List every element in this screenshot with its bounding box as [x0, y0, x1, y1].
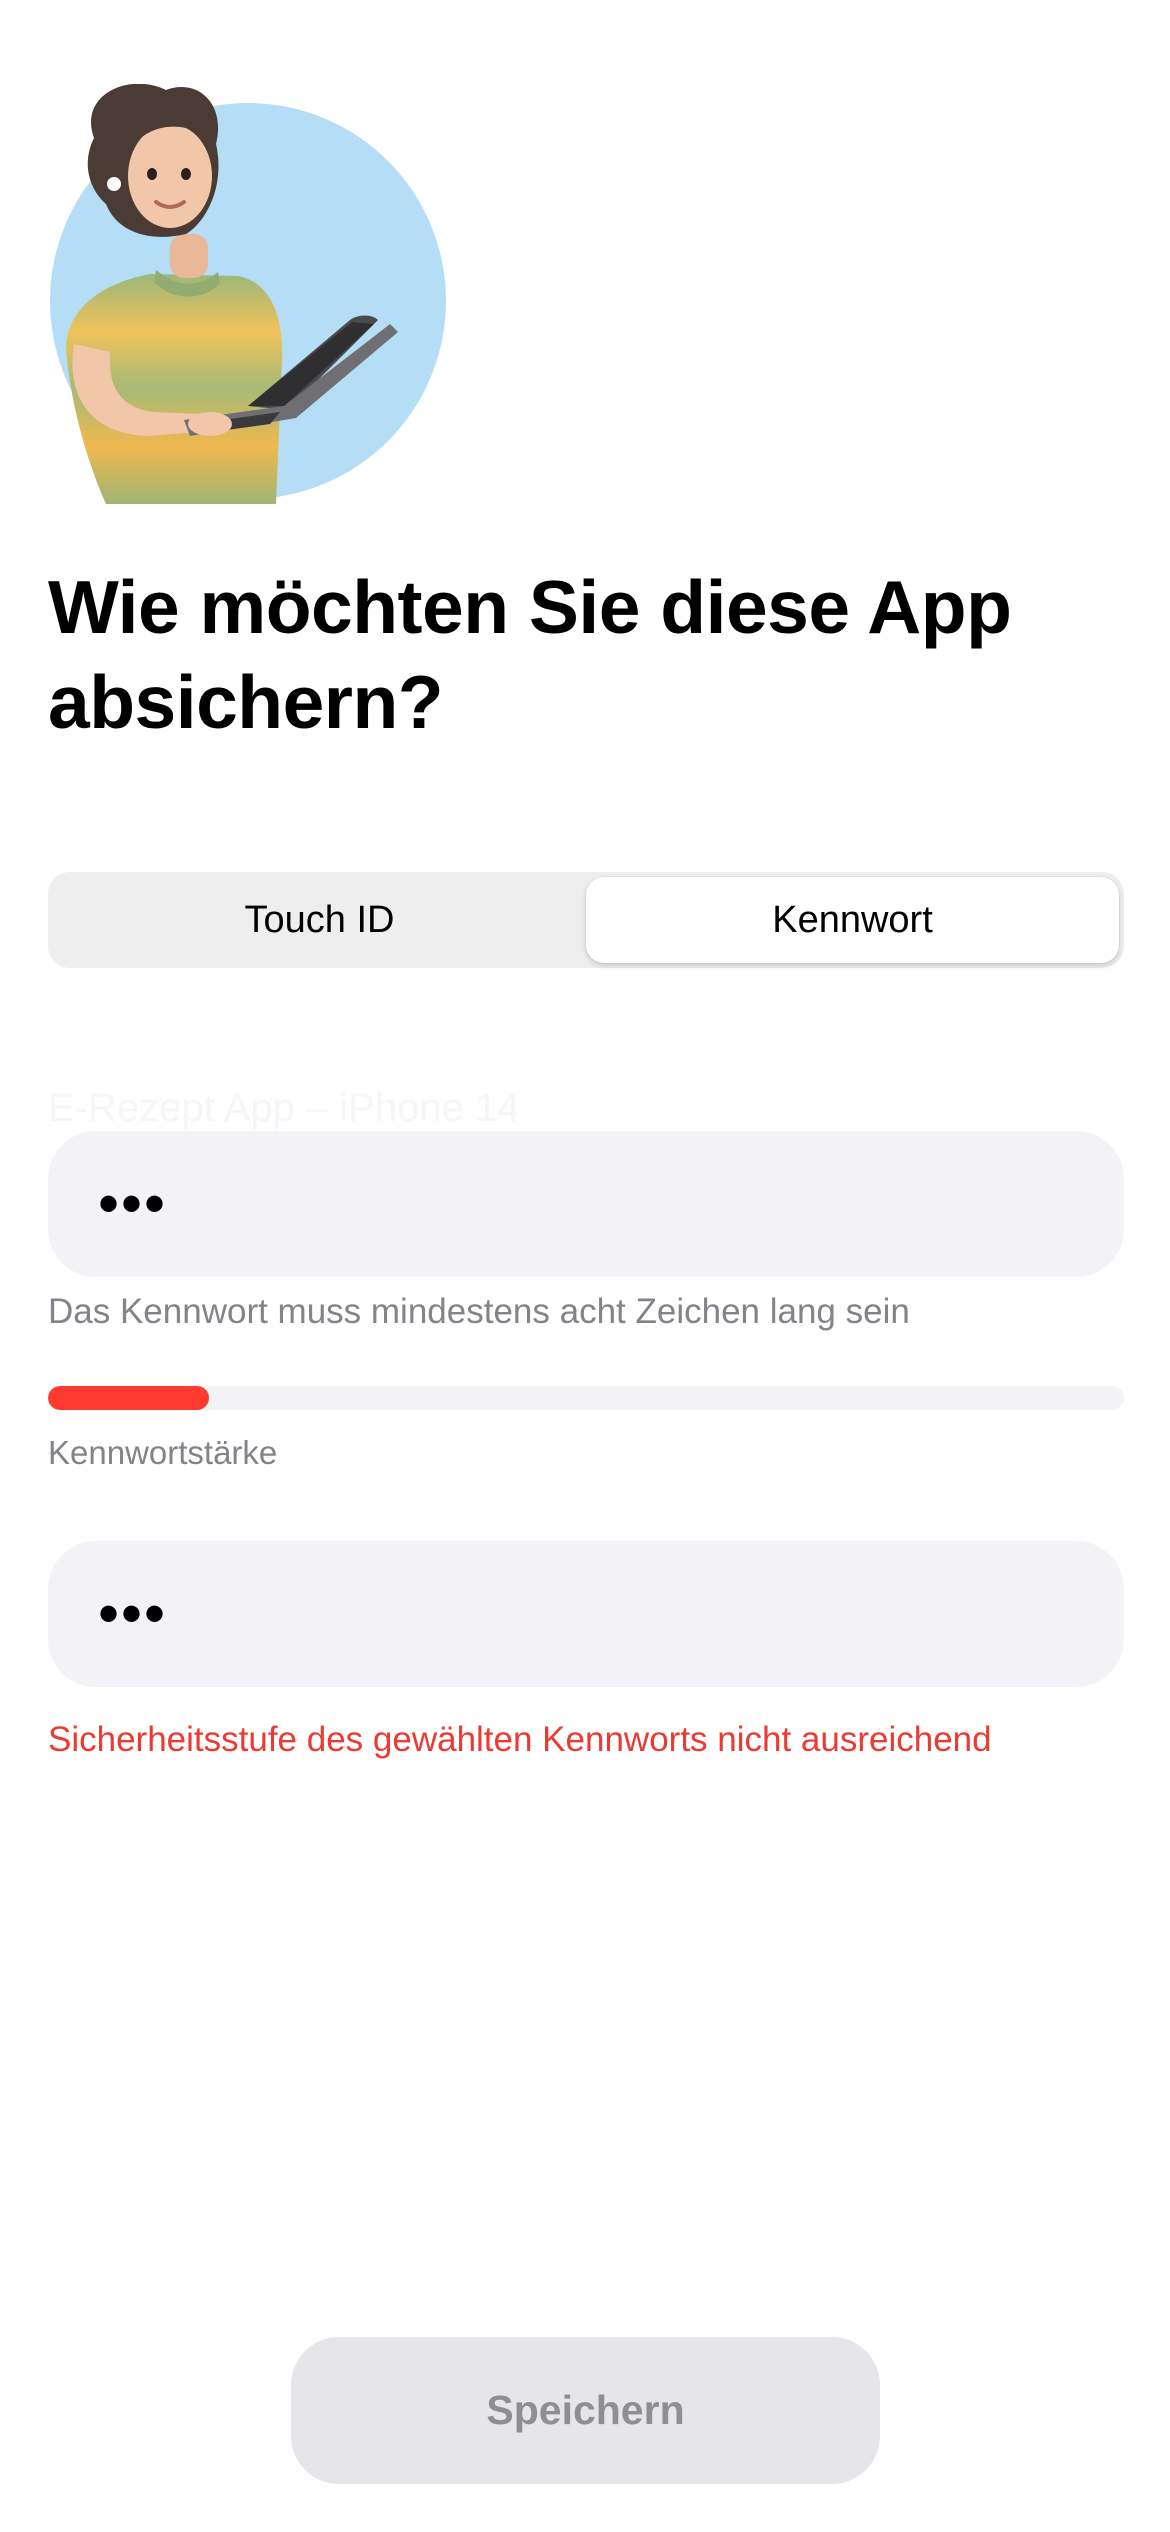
password-error-message: Sicherheitsstufe des gewählten Kennworts…: [48, 1720, 992, 1759]
password-repeat-field[interactable]: •••: [48, 1541, 1124, 1687]
faded-context-label: E-Rezept App – iPhone 14: [48, 1086, 520, 1130]
woman-with-laptop-illustration: [50, 84, 446, 504]
segment-touch-id[interactable]: Touch ID: [53, 877, 586, 963]
auth-method-segmented-control: Touch ID Kennwort: [48, 872, 1124, 968]
segment-password[interactable]: Kennwort: [586, 877, 1119, 963]
password-strength-label: Kennwortstärke: [48, 1434, 278, 1471]
password-hint: Das Kennwort muss mindestens acht Zeiche…: [48, 1292, 910, 1331]
password-strength-fill: [48, 1386, 210, 1410]
password-masked-value: •••: [98, 1170, 168, 1237]
password-field[interactable]: •••: [48, 1131, 1124, 1277]
password-strength-bar: [48, 1386, 1124, 1410]
password-repeat-masked-value: •••: [98, 1580, 168, 1647]
page-title: Wie möchten Sie diese App absichern?: [48, 565, 1012, 744]
save-button[interactable]: Speichern: [291, 2337, 880, 2484]
